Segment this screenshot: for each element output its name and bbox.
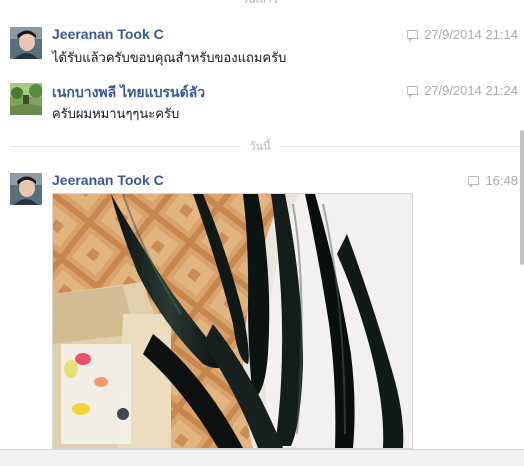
date-separator-top: วันเสาร์ xyxy=(0,0,520,8)
date-separator-label: วันนี้ xyxy=(241,137,279,155)
timestamp-text: 27/9/2014 21:14 xyxy=(424,27,518,42)
chat-bubble-icon xyxy=(407,30,419,42)
photo-attachment[interactable] xyxy=(52,193,413,449)
message-text: ครับผมหมานๆๆนะครับ xyxy=(52,107,180,122)
scrollbar[interactable] xyxy=(520,130,524,265)
sender-name[interactable]: Jeeranan Took C xyxy=(52,172,164,188)
sender-name[interactable]: เนกบางพลี ไทยแบรนด์ลัว xyxy=(52,82,205,104)
timestamp-text: 16:48 xyxy=(485,173,518,188)
sender-name[interactable]: Jeeranan Took C xyxy=(52,26,164,42)
chat-bubble-icon xyxy=(407,86,419,98)
message-text: ได้รับแล้วครับขอบคุณสำหรับของแถมครับ xyxy=(52,51,287,66)
timestamp-text: 27/9/2014 21:24 xyxy=(424,83,518,98)
avatar[interactable] xyxy=(10,173,42,205)
composer-bar-edge xyxy=(0,449,524,466)
avatar[interactable] xyxy=(10,83,42,115)
message-timestamp: 27/9/2014 21:14 xyxy=(407,27,518,42)
date-separator-label: วันเสาร์ xyxy=(233,0,287,8)
avatar[interactable] xyxy=(10,27,42,59)
date-separator-today: วันนี้ xyxy=(0,137,520,155)
chat-bubble-icon xyxy=(468,176,480,188)
message-timestamp: 27/9/2014 21:24 xyxy=(407,83,518,98)
message-timestamp: 16:48 xyxy=(468,173,518,188)
